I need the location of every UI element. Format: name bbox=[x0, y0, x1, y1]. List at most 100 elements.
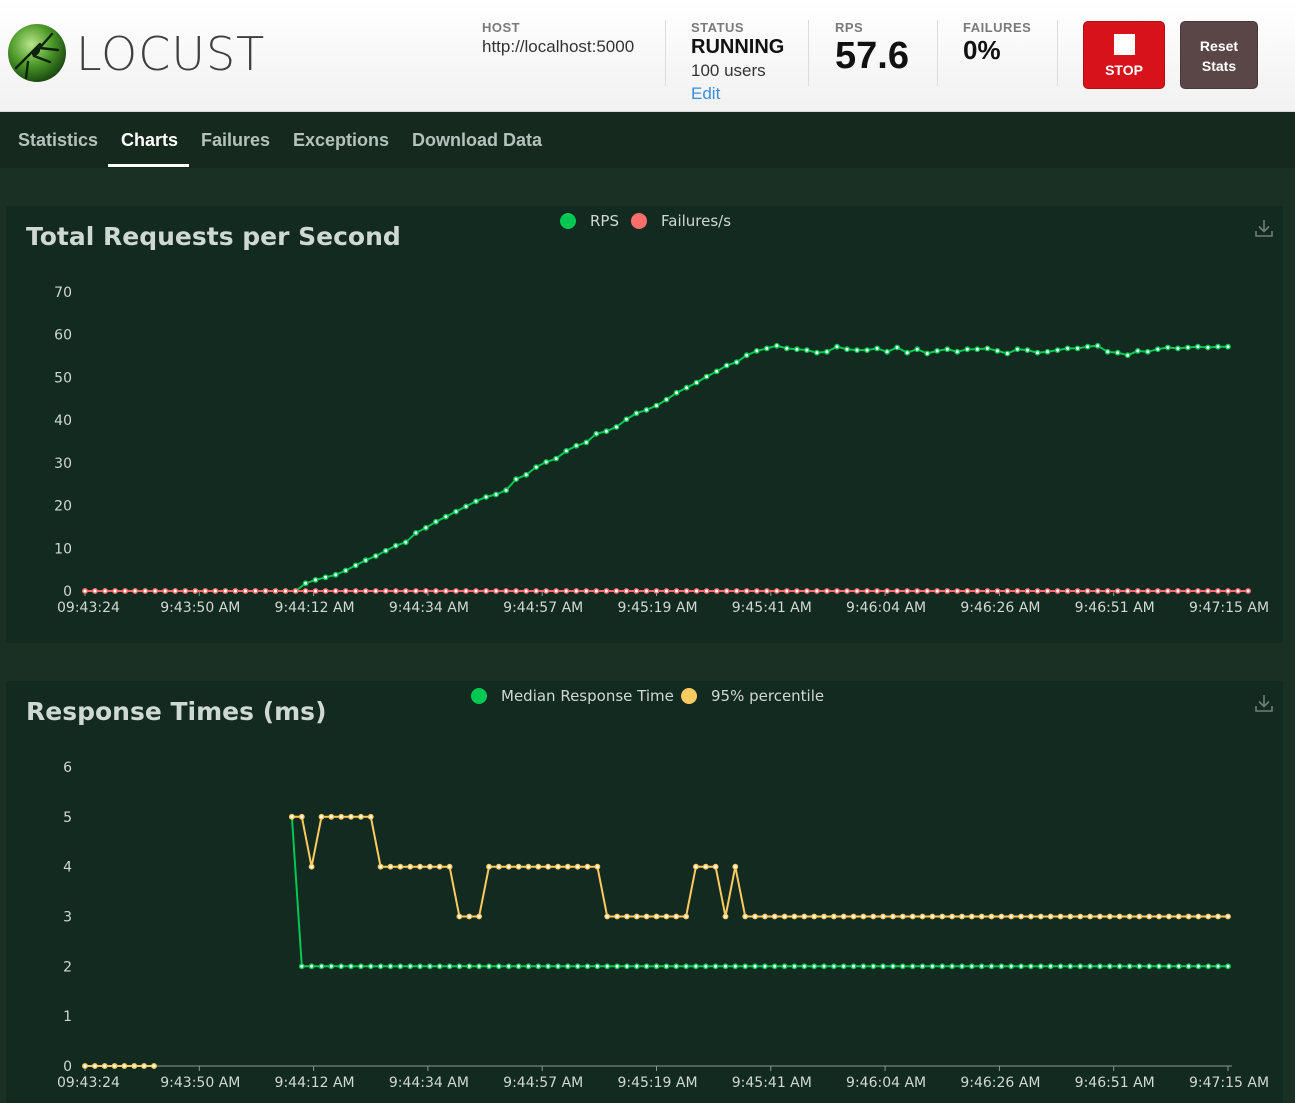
data-point bbox=[783, 588, 790, 594]
data-point bbox=[1094, 342, 1101, 349]
series-line-rps bbox=[85, 344, 1228, 592]
data-point bbox=[262, 588, 269, 594]
data-point bbox=[362, 588, 369, 594]
data-point bbox=[984, 345, 991, 352]
data-point bbox=[162, 588, 169, 594]
data-point bbox=[222, 588, 229, 594]
data-point bbox=[914, 346, 921, 353]
data-point bbox=[212, 588, 219, 594]
data-point bbox=[302, 580, 309, 587]
data-point bbox=[693, 588, 700, 594]
data-point bbox=[362, 557, 369, 564]
data-point bbox=[583, 588, 590, 594]
data-point bbox=[473, 588, 479, 594]
data-point bbox=[834, 588, 840, 594]
data-point bbox=[1054, 588, 1061, 594]
data-point bbox=[854, 347, 860, 353]
data-point bbox=[964, 588, 971, 594]
data-point bbox=[1044, 588, 1051, 594]
data-point bbox=[753, 347, 760, 354]
data-point bbox=[463, 588, 469, 594]
data-point bbox=[954, 348, 961, 355]
data-point bbox=[152, 588, 159, 594]
data-point bbox=[804, 588, 810, 594]
data-point bbox=[603, 428, 610, 435]
data-point bbox=[543, 588, 550, 594]
data-point bbox=[352, 562, 359, 569]
x-tick-label: 09:43:24 bbox=[57, 600, 120, 616]
download-icon[interactable] bbox=[1254, 693, 1274, 713]
data-point bbox=[884, 588, 890, 594]
data-point bbox=[503, 487, 509, 494]
data-point bbox=[1225, 343, 1231, 350]
data-point bbox=[102, 588, 109, 594]
data-point bbox=[302, 588, 309, 594]
data-point bbox=[1084, 588, 1091, 594]
y-tick-label: 50 bbox=[54, 370, 72, 386]
y-tick-label: 40 bbox=[54, 413, 72, 429]
data-point bbox=[1245, 588, 1252, 594]
data-point bbox=[743, 352, 750, 359]
data-point bbox=[1034, 588, 1041, 594]
data-point bbox=[964, 346, 971, 353]
data-point bbox=[944, 588, 951, 594]
data-point bbox=[683, 588, 690, 594]
data-point bbox=[683, 384, 690, 391]
data-point bbox=[463, 503, 469, 510]
data-point bbox=[1014, 346, 1021, 353]
data-point bbox=[442, 588, 449, 594]
response-times-chart-panel: Response Times (ms) bbox=[6, 681, 1283, 1103]
data-point bbox=[804, 347, 810, 353]
data-point bbox=[733, 588, 740, 594]
data-point bbox=[1114, 349, 1121, 356]
data-point bbox=[493, 588, 499, 594]
data-point bbox=[673, 588, 680, 594]
data-point bbox=[493, 491, 499, 498]
data-point bbox=[974, 346, 981, 353]
data-point bbox=[844, 588, 850, 594]
x-tick-label: 9:45:41 AM bbox=[732, 600, 812, 616]
data-point bbox=[422, 524, 429, 531]
data-point bbox=[1004, 350, 1011, 357]
data-point bbox=[924, 350, 931, 357]
data-point bbox=[252, 588, 259, 594]
data-point bbox=[1014, 588, 1021, 594]
legend-label: Failures/s bbox=[661, 212, 731, 230]
data-point bbox=[824, 348, 830, 355]
data-point bbox=[884, 348, 890, 355]
data-point bbox=[513, 476, 519, 482]
data-point bbox=[994, 347, 1001, 354]
data-point bbox=[773, 588, 780, 594]
data-point bbox=[633, 588, 640, 594]
legend-label: RPS bbox=[590, 212, 619, 230]
data-point bbox=[543, 459, 550, 465]
data-point bbox=[92, 588, 98, 594]
data-point bbox=[894, 588, 900, 594]
data-point bbox=[824, 588, 830, 594]
data-point bbox=[182, 588, 189, 594]
data-point bbox=[292, 588, 299, 594]
data-point bbox=[242, 588, 249, 594]
data-point bbox=[1144, 588, 1151, 594]
data-point bbox=[1144, 348, 1151, 355]
data-point bbox=[312, 577, 319, 583]
data-point bbox=[453, 508, 459, 515]
data-point bbox=[794, 588, 800, 594]
data-point bbox=[1024, 588, 1031, 594]
data-point bbox=[1024, 347, 1031, 353]
data-point bbox=[342, 567, 349, 574]
data-point bbox=[402, 539, 409, 546]
legend-marker bbox=[560, 213, 576, 229]
data-point bbox=[603, 588, 610, 594]
data-point bbox=[412, 588, 419, 594]
data-point bbox=[553, 588, 560, 594]
data-point bbox=[1154, 346, 1161, 353]
data-point bbox=[1185, 344, 1191, 351]
x-tick-label: 9:46:51 AM bbox=[1075, 600, 1155, 616]
data-point bbox=[1195, 588, 1201, 594]
data-point bbox=[483, 588, 489, 594]
data-point bbox=[864, 588, 870, 594]
data-point bbox=[1044, 348, 1051, 355]
data-point bbox=[1034, 349, 1041, 356]
data-point bbox=[984, 588, 991, 594]
